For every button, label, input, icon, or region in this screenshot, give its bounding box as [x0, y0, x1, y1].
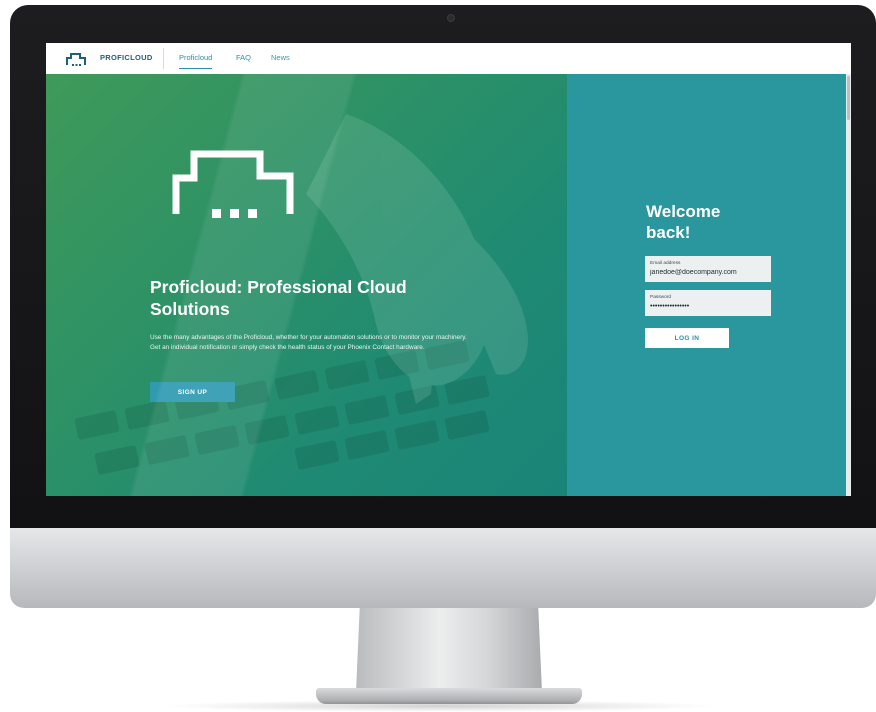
camera-icon — [447, 14, 455, 22]
email-field[interactable]: Email address — [645, 256, 771, 282]
nav-divider — [163, 48, 164, 69]
nav-link-proficloud[interactable]: Proficloud — [179, 53, 213, 69]
hero-description: Use the many advantages of the Proficlou… — [150, 334, 467, 351]
login-button[interactable]: LOG IN — [645, 328, 729, 348]
brand-name[interactable]: PROFICLOUD — [100, 53, 153, 62]
password-field[interactable]: Password — [645, 290, 771, 316]
screen: PROFICLOUD Proficloud FAQ News Proficlou… — [46, 43, 851, 496]
password-label: Password — [650, 295, 672, 300]
navbar: PROFICLOUD Proficloud FAQ News — [46, 43, 851, 75]
nav-link-news[interactable]: News — [271, 53, 290, 62]
proficloud-cloud-icon — [172, 150, 294, 218]
login-panel: Welcome back! Email address Password LOG… — [567, 74, 851, 496]
monitor-stand-shadow — [160, 700, 720, 712]
hero-title: Proficloud: Professional Cloud Solutions — [150, 277, 407, 319]
password-input[interactable] — [650, 301, 766, 311]
welcome-heading: Welcome back! — [646, 202, 721, 242]
proficloud-logo-icon[interactable] — [64, 50, 88, 67]
signup-button[interactable]: SIGN UP — [150, 382, 235, 402]
scrollbar-thumb[interactable] — [847, 76, 850, 120]
email-label: Email address — [650, 261, 681, 266]
monitor-stand-neck — [356, 608, 542, 692]
hero-section: Proficloud: Professional Cloud Solutions… — [46, 74, 567, 496]
nav-link-faq[interactable]: FAQ — [236, 53, 251, 62]
scrollbar[interactable] — [846, 74, 851, 496]
email-input[interactable] — [650, 267, 766, 277]
monitor-chin — [10, 528, 876, 608]
